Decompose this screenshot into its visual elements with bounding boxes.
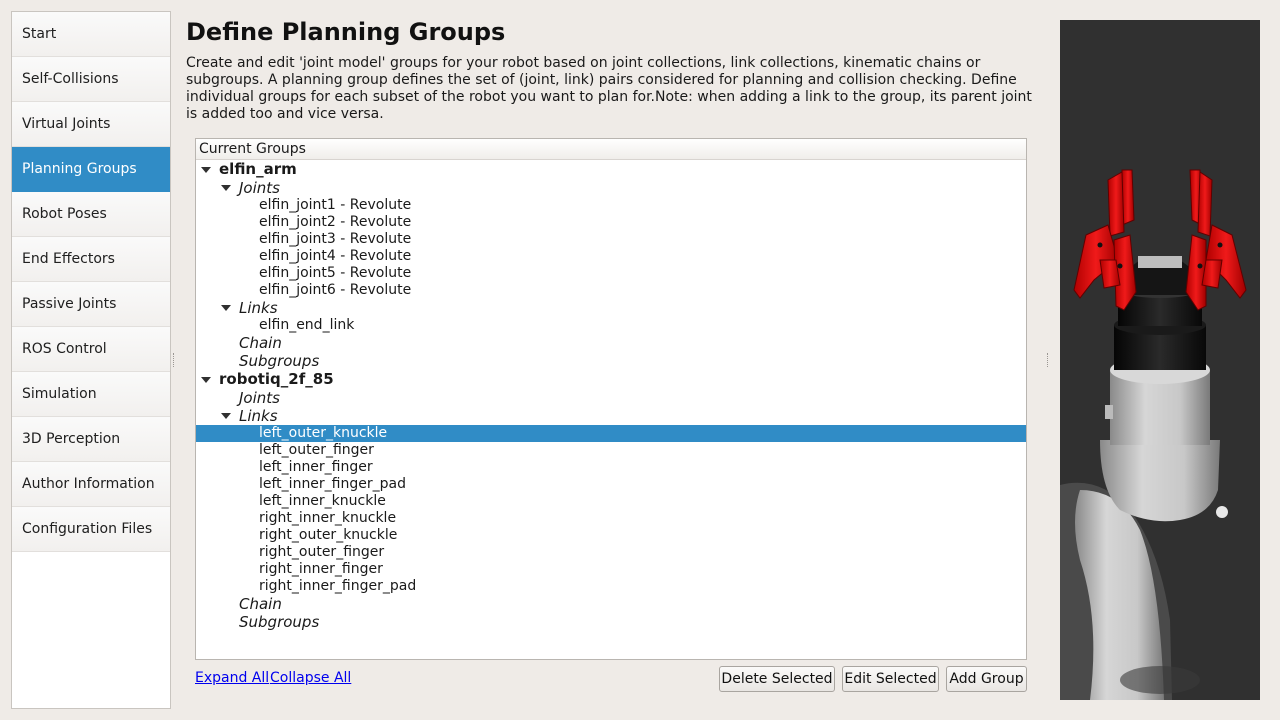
tree-link-item[interactable]: left_inner_knuckle [196,493,1026,510]
add-group-button[interactable]: Add Group [946,666,1027,692]
expand-arrow-icon[interactable] [221,305,231,311]
tree-link-item[interactable]: right_inner_knuckle [196,510,1026,527]
tree-category-subgroups[interactable]: Subgroups [196,613,1026,631]
tree-link-item[interactable]: left_outer_finger [196,442,1026,459]
tree-joint-item[interactable]: elfin_joint2 - Revolute [196,214,1026,231]
tree-category-joints[interactable]: Joints [196,179,1026,197]
tree-category-chain[interactable]: Chain [196,595,1026,613]
robot-3d-viewport[interactable] [1060,20,1260,700]
group-name: robotiq_2f_85 [219,370,334,388]
sidebar-item-end-effectors[interactable]: End Effectors [12,237,170,282]
edit-selected-button[interactable]: Edit Selected [842,666,939,692]
sidebar-item-virtual-joints[interactable]: Virtual Joints [12,102,170,147]
tree-link-item[interactable]: left_inner_finger_pad [196,476,1026,493]
tree-category-links[interactable]: Links [196,407,1026,425]
expand-arrow-icon[interactable] [201,377,211,383]
sidebar-item-planning-groups[interactable]: Planning Groups [12,147,170,192]
tree-group-elfin-arm[interactable]: elfin_arm [196,160,1026,179]
category-label: Links [239,299,278,317]
collapse-all-link[interactable]: Collapse All [270,670,351,686]
expand-arrow-icon[interactable] [201,167,211,173]
expand-arrow-icon[interactable] [221,185,231,191]
page-description: Create and edit 'joint model' groups for… [186,55,1032,122]
expand-all-link[interactable]: Expand All [195,670,269,686]
sidebar-item-3d-perception[interactable]: 3D Perception [12,417,170,462]
tree-link-item-selected[interactable]: left_outer_knuckle [196,425,1026,442]
page-title: Define Planning Groups [186,18,506,46]
tree-link-item[interactable]: right_outer_knuckle [196,527,1026,544]
sidebar-item-configuration-files[interactable]: Configuration Files [12,507,170,552]
tree-link-item[interactable]: elfin_end_link [196,317,1026,334]
tree-category-subgroups[interactable]: Subgroups [196,352,1026,370]
tree-link-item[interactable]: right_inner_finger [196,561,1026,578]
tree-category-links[interactable]: Links [196,299,1026,317]
category-label: Joints [239,179,280,197]
sidebar-splitter-handle[interactable] [173,353,175,367]
tree-joint-item[interactable]: elfin_joint3 - Revolute [196,231,1026,248]
tree-column-header[interactable]: Current Groups [196,139,1026,160]
tree-category-joints[interactable]: Joints [196,389,1026,407]
current-groups-tree[interactable]: Current Groups elfin_arm Joints elfin_jo… [195,138,1027,660]
tree-category-chain[interactable]: Chain [196,334,1026,352]
sidebar-item-passive-joints[interactable]: Passive Joints [12,282,170,327]
tree-joint-item[interactable]: elfin_joint4 - Revolute [196,248,1026,265]
tree-joint-item[interactable]: elfin_joint1 - Revolute [196,197,1026,214]
sidebar-item-start[interactable]: Start [12,12,170,57]
expand-arrow-icon[interactable] [221,413,231,419]
sidebar-item-robot-poses[interactable]: Robot Poses [12,192,170,237]
viewport-splitter-handle[interactable] [1047,353,1049,367]
tree-link-item[interactable]: right_outer_finger [196,544,1026,561]
tree-joint-item[interactable]: elfin_joint5 - Revolute [196,265,1026,282]
tree-link-item[interactable]: right_inner_finger_pad [196,578,1026,595]
sidebar-nav: Start Self-Collisions Virtual Joints Pla… [11,11,171,709]
category-label: Links [239,407,278,425]
tree-group-robotiq-2f-85[interactable]: robotiq_2f_85 [196,370,1026,389]
sidebar-item-simulation[interactable]: Simulation [12,372,170,417]
delete-selected-button[interactable]: Delete Selected [719,666,835,692]
group-name: elfin_arm [219,160,297,178]
sidebar-item-ros-control[interactable]: ROS Control [12,327,170,372]
tree-joint-item[interactable]: elfin_joint6 - Revolute [196,282,1026,299]
sidebar-item-author-information[interactable]: Author Information [12,462,170,507]
sidebar-item-self-collisions[interactable]: Self-Collisions [12,57,170,102]
robot-model-render [1060,169,1247,700]
tree-link-item[interactable]: left_inner_finger [196,459,1026,476]
